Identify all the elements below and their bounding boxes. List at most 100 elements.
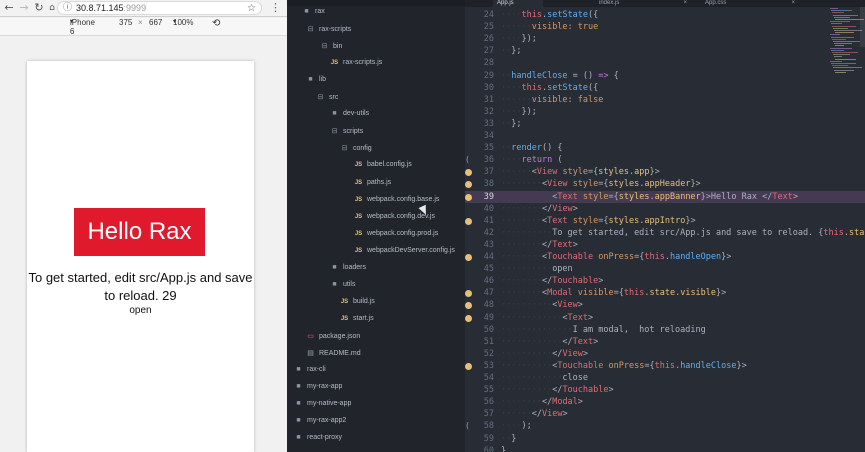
code-line[interactable]: 57 ······</View> — [465, 408, 865, 420]
tab-app-css[interactable]: App.css × — [701, 0, 799, 7]
code-line[interactable]: 28 — [465, 57, 865, 69]
back-icon[interactable]: ← — [2, 1, 16, 15]
tree-item[interactable]: JS paths.js — [353, 179, 391, 195]
tree-item[interactable]: ⊟ scripts — [329, 127, 364, 143]
minimap-line — [830, 8, 838, 9]
tree-item[interactable]: ■ rax-cli — [293, 366, 325, 382]
minimap-line — [833, 41, 860, 42]
tree-item[interactable]: JS build.js — [339, 298, 375, 314]
code-line[interactable]: 56 ········</Modal> — [465, 396, 865, 408]
code-line[interactable]: 27 ··}; — [465, 45, 865, 57]
tree-item[interactable]: ⊟ rax-scripts — [305, 25, 352, 41]
rotate-icon[interactable]: ⟲ — [212, 18, 220, 29]
tree-item[interactable]: ■ my-rax-app2 — [293, 417, 346, 433]
tree-item[interactable]: ■ lib — [305, 76, 326, 92]
code-token: ={ — [613, 288, 624, 299]
tree-item[interactable]: ▭ package.json — [305, 332, 360, 348]
code-line[interactable]: 25 ······visible: true — [465, 21, 865, 33]
code-token: this — [823, 227, 844, 238]
code-line[interactable]: 32 ····}); — [465, 106, 865, 118]
code-line[interactable]: (58 ····); — [465, 420, 865, 432]
code-line[interactable]: 39 ··········<Text style={styles.appBanne… — [465, 190, 865, 203]
tree-item[interactable]: ■ utils — [329, 281, 355, 297]
tree-item[interactable]: JS webpackDevServer.config.js — [353, 247, 455, 263]
close-icon[interactable]: × — [683, 0, 687, 6]
code-line[interactable]: 54 ············close — [465, 372, 865, 384]
code-line[interactable]: 42 ··········To get started, edit src/App… — [465, 227, 865, 239]
info-icon[interactable]: ⓘ — [63, 2, 72, 15]
code-line[interactable]: 53 ··········<Touchable onPress={this.han… — [465, 360, 865, 372]
tab-app-js[interactable]: App.js — [493, 0, 543, 7]
reload-icon[interactable]: ↻ — [32, 1, 46, 15]
code-line[interactable]: 34 — [465, 130, 865, 142]
code-line[interactable]: 51 ············</Text> — [465, 336, 865, 348]
code-token: > — [792, 191, 798, 202]
tree-item-label: webpack.config.prod.js — [367, 229, 439, 237]
code-token: > — [608, 385, 614, 396]
code-line[interactable]: 38 ········<View style={styles.appHeader}… — [465, 178, 865, 190]
star-icon[interactable]: ☆ — [247, 2, 256, 15]
code-line[interactable]: 47 ········<Modal visible={this.state.vis… — [465, 287, 865, 299]
code-token: ={ — [588, 167, 599, 178]
code-line[interactable]: 41 ········<Text style={styles.appIntro}> — [465, 215, 865, 227]
code-token: : — [567, 22, 578, 33]
code-line[interactable]: 40 ········</View> — [465, 203, 865, 215]
menu-icon[interactable]: ⋮ — [270, 1, 281, 15]
code-line[interactable]: 55 ··········</Touchable> — [465, 384, 865, 396]
line-number: 31 — [483, 94, 494, 105]
code-line[interactable]: (36 ····return ( — [465, 154, 865, 166]
code-line[interactable]: 24 ····this.setState({ — [465, 9, 865, 21]
height-field[interactable]: 667 — [149, 18, 162, 27]
code-text: ······visible: false — [501, 94, 603, 106]
tree-item[interactable]: JS start.js — [339, 315, 374, 331]
tree-item[interactable]: ■ my-native-app — [293, 400, 351, 416]
code-line[interactable]: 35 ··render() { — [465, 142, 865, 154]
code-line[interactable]: 49 ············<Text> — [465, 312, 865, 324]
code-line[interactable]: 30 ····this.setState({ — [465, 82, 865, 94]
tree-item[interactable]: JS webpack.config.prod.js — [353, 230, 438, 246]
tree-item[interactable]: ■ rax — [301, 8, 324, 24]
open-button[interactable]: open — [27, 305, 254, 316]
code-line[interactable]: 48 ··········<View> — [465, 299, 865, 311]
code-text: ········<Touchable onPress={this.handleO… — [501, 251, 731, 263]
tree-item[interactable]: ⊟ config — [339, 144, 372, 160]
code-token: ·· — [501, 46, 512, 57]
tree-item[interactable]: ■ my-rax-app — [293, 383, 342, 399]
close-icon[interactable]: × — [791, 0, 795, 6]
code-line[interactable]: 26 ····}); — [465, 33, 865, 45]
code-line[interactable]: 29 ··handleClose = () => { — [465, 70, 865, 82]
code-line[interactable]: 52 ··········</View> — [465, 348, 865, 360]
code-token: styles — [608, 179, 640, 190]
code-line[interactable]: 31 ······visible: false — [465, 94, 865, 106]
url-text[interactable]: 30.8.71.145:9999 — [76, 2, 146, 15]
tree-item[interactable]: JS babel.config.js — [353, 161, 412, 177]
scrollbar[interactable] — [860, 7, 865, 47]
forward-icon[interactable]: → — [17, 1, 31, 15]
tree-item[interactable]: JS rax-scripts.js — [329, 59, 382, 75]
code-line[interactable]: 60} — [465, 445, 865, 452]
code-line[interactable]: 50 ··············I am modal, hot reloadin… — [465, 324, 865, 336]
url-field[interactable]: ⓘ 30.8.71.145:9999 ☆ — [57, 1, 262, 15]
tree-item[interactable]: ⊟ bin — [319, 42, 343, 58]
code-line[interactable]: 43 ········</Text> — [465, 239, 865, 251]
tree-item[interactable]: ⊟ src — [315, 93, 339, 109]
line-number: 36 — [483, 155, 494, 166]
code-line[interactable]: 45 ··········open — [465, 263, 865, 275]
code-line[interactable]: 59 ··} — [465, 433, 865, 445]
code-token: }); — [521, 106, 537, 117]
code-token: } — [511, 433, 517, 444]
tree-item[interactable]: ■ dev-utils — [329, 110, 369, 126]
code-line[interactable]: 33 ··}; — [465, 118, 865, 130]
tree-item[interactable]: ■ loaders — [329, 264, 366, 280]
tree-item[interactable]: ▤ README.md — [305, 349, 360, 365]
tree-item-label: bin — [333, 43, 343, 51]
line-number: 48 — [483, 300, 494, 311]
tab-index-js[interactable]: index.js × — [595, 0, 691, 7]
code-line[interactable]: 44 ········<Touchable onPress={this.handl… — [465, 251, 865, 263]
code-line[interactable]: 46 ········</Touchable> — [465, 275, 865, 287]
width-field[interactable]: 375 — [119, 18, 132, 27]
code-token: ········ — [501, 203, 542, 214]
tree-item[interactable]: ■ react-proxy — [293, 434, 342, 450]
zoom-value: 100% — [173, 18, 194, 27]
code-line[interactable]: 37 ······<View style={styles.app}> — [465, 166, 865, 178]
